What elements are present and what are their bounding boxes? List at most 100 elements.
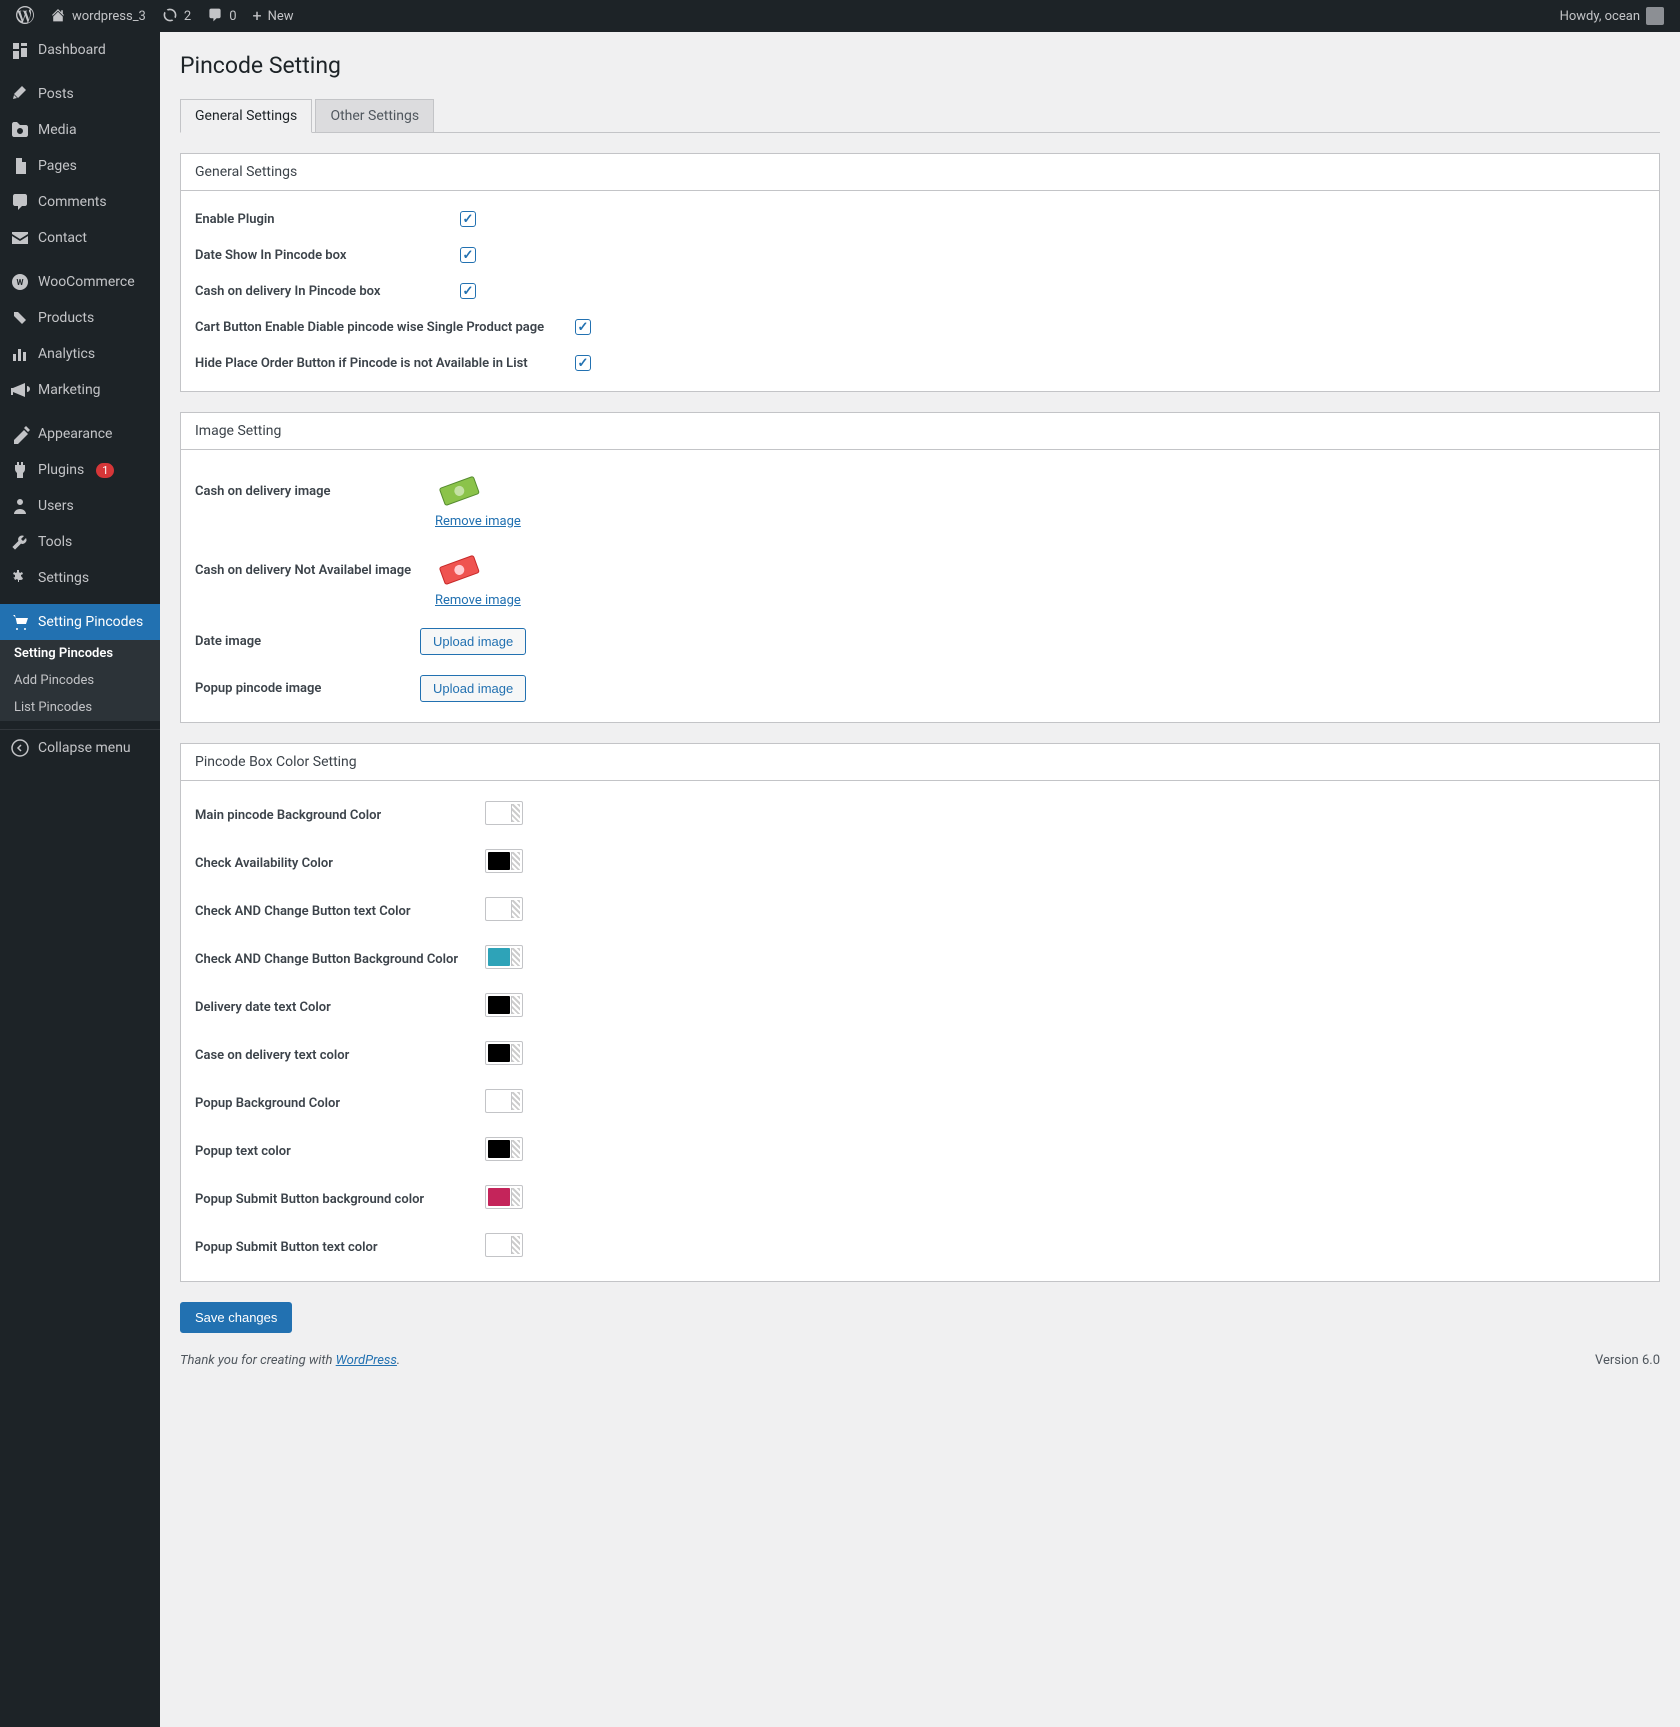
label-popup-text: Popup text color [195, 1144, 485, 1159]
menu-media[interactable]: Media [0, 112, 160, 148]
admin-sidebar: Dashboard Posts Media Pages Comments Con… [0, 32, 160, 1727]
menu-label: Tools [38, 534, 72, 550]
menu-label: Posts [38, 86, 74, 102]
checkbox-enable-plugin[interactable] [460, 211, 476, 227]
analytics-icon [10, 344, 30, 364]
label-cart-button: Cart Button Enable Diable pincode wise S… [195, 320, 575, 335]
section-body: Cash on delivery image Remove image Cash… [181, 450, 1659, 722]
menu-label: Setting Pincodes [38, 614, 143, 630]
color-check-avail[interactable] [485, 849, 523, 873]
color-btn-bg[interactable] [485, 945, 523, 969]
menu-users[interactable]: Users [0, 488, 160, 524]
row-popup-bg: Popup Background Color [181, 1079, 1659, 1127]
home-icon [50, 7, 66, 26]
wp-logo[interactable] [8, 0, 42, 32]
tools-icon [10, 532, 30, 552]
menu-settings[interactable]: Settings [0, 560, 160, 596]
checkbox-hide-order[interactable] [575, 355, 591, 371]
upload-date-image[interactable]: Upload image [420, 628, 526, 655]
color-cod-text[interactable] [485, 1041, 523, 1065]
tab-other[interactable]: Other Settings [315, 99, 434, 132]
upload-popup-image[interactable]: Upload image [420, 675, 526, 702]
menu-label: Media [38, 122, 77, 138]
section-image: Image Setting Cash on delivery image Rem… [180, 412, 1660, 723]
menu-contact[interactable]: Contact [0, 220, 160, 256]
submenu: Setting Pincodes Add Pincodes List Pinco… [0, 640, 160, 721]
label-btn-text: Check AND Change Button text Color [195, 904, 485, 919]
submenu-add-pincodes[interactable]: Add Pincodes [0, 667, 160, 694]
row-cart-button: Cart Button Enable Diable pincode wise S… [181, 309, 1659, 345]
color-popup-bg[interactable] [485, 1089, 523, 1113]
footer-thanks: Thank you for creating with WordPress. [180, 1353, 400, 1368]
submenu-setting-pincodes[interactable]: Setting Pincodes [0, 640, 160, 667]
menu-appearance[interactable]: Appearance [0, 416, 160, 452]
row-main-bg: Main pincode Background Color [181, 791, 1659, 839]
menu-tools[interactable]: Tools [0, 524, 160, 560]
menu-setting-pincodes[interactable]: Setting Pincodes [0, 604, 160, 640]
label-check-avail: Check Availability Color [195, 856, 485, 871]
new-link[interactable]: + New [245, 0, 302, 32]
updates-link[interactable]: 2 [154, 0, 199, 32]
avatar [1646, 7, 1664, 25]
menu-label: Analytics [38, 346, 95, 362]
color-delivery-text[interactable] [485, 993, 523, 1017]
menu-marketing[interactable]: Marketing [0, 372, 160, 408]
menu-label: Marketing [38, 382, 101, 398]
dashboard-icon [10, 40, 30, 60]
label-date-show: Date Show In Pincode box [195, 248, 460, 263]
page-title: Pincode Setting [180, 52, 1660, 79]
submenu-list-pincodes[interactable]: List Pincodes [0, 694, 160, 721]
howdy-text: Howdy, ocean [1560, 9, 1640, 24]
menu-plugins[interactable]: Plugins 1 [0, 452, 160, 488]
plus-icon: + [253, 8, 262, 24]
checkbox-date-show[interactable] [460, 247, 476, 263]
site-name-link[interactable]: wordpress_3 [42, 0, 154, 32]
menu-pages[interactable]: Pages [0, 148, 160, 184]
row-cod-image: Cash on delivery image Remove image [181, 460, 1659, 539]
media-icon [10, 120, 30, 140]
menu-analytics[interactable]: Analytics [0, 336, 160, 372]
menu-label: WooCommerce [38, 274, 135, 290]
color-main-bg[interactable] [485, 801, 523, 825]
row-popup-submit-text: Popup Submit Button text color [181, 1223, 1659, 1271]
comments-link[interactable]: 0 [199, 0, 244, 32]
menu-label: Comments [38, 194, 107, 210]
menu-woocommerce[interactable]: W WooCommerce [0, 264, 160, 300]
remove-cod-na-image[interactable]: Remove image [435, 593, 521, 608]
menu-comments[interactable]: Comments [0, 184, 160, 220]
row-popup-text: Popup text color [181, 1127, 1659, 1175]
cod-image-thumb [435, 470, 483, 510]
checkbox-cod[interactable] [460, 283, 476, 299]
save-button[interactable]: Save changes [180, 1302, 292, 1333]
row-cod: Cash on delivery In Pincode box [181, 273, 1659, 309]
menu-dashboard[interactable]: Dashboard [0, 32, 160, 68]
label-popup-submit-text: Popup Submit Button text color [195, 1240, 485, 1255]
svg-text:W: W [17, 278, 24, 287]
products-icon [10, 308, 30, 328]
row-btn-text: Check AND Change Button text Color [181, 887, 1659, 935]
label-cod-na-image: Cash on delivery Not Availabel image [195, 549, 435, 578]
menu-products[interactable]: Products [0, 300, 160, 336]
pages-icon [10, 156, 30, 176]
remove-cod-image[interactable]: Remove image [435, 514, 521, 529]
color-popup-submit-bg[interactable] [485, 1185, 523, 1209]
plugins-icon [10, 460, 30, 480]
label-cod: Cash on delivery In Pincode box [195, 284, 460, 299]
menu-posts[interactable]: Posts [0, 76, 160, 112]
tab-general[interactable]: General Settings [180, 99, 312, 133]
color-popup-text[interactable] [485, 1137, 523, 1161]
label-enable-plugin: Enable Plugin [195, 212, 460, 227]
marketing-icon [10, 380, 30, 400]
section-body: Main pincode Background Color Check Avai… [181, 781, 1659, 1281]
wordpress-link[interactable]: WordPress [336, 1353, 397, 1368]
color-popup-submit-text[interactable] [485, 1233, 523, 1257]
checkbox-cart-button[interactable] [575, 319, 591, 335]
collapse-label: Collapse menu [38, 740, 131, 756]
label-main-bg: Main pincode Background Color [195, 808, 485, 823]
howdy-link[interactable]: Howdy, ocean [1552, 0, 1672, 32]
menu-label: Users [38, 498, 74, 514]
label-hide-order: Hide Place Order Button if Pincode is no… [195, 356, 575, 371]
color-btn-text[interactable] [485, 897, 523, 921]
comments-count: 0 [229, 9, 236, 24]
collapse-menu[interactable]: Collapse menu [0, 729, 160, 766]
